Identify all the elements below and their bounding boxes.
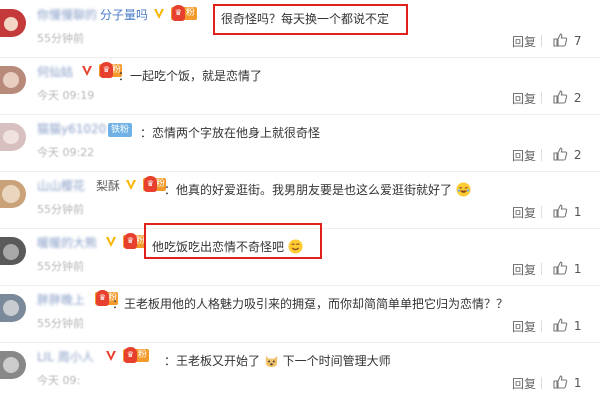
comment-time: 55分钟前	[37, 260, 84, 273]
divider	[541, 377, 542, 389]
commenter-name[interactable]: 猫猫y61020	[37, 120, 106, 137]
like-button[interactable]: 7	[552, 32, 581, 48]
avatar[interactable]	[0, 180, 26, 208]
commenter-name[interactable]: 胖胖晚上	[37, 291, 85, 308]
reply-button[interactable]: 回复	[512, 147, 536, 164]
like-count: 1	[573, 319, 582, 333]
like-count: 1	[573, 376, 582, 390]
commenter-name-visible[interactable]: 分子量吗	[100, 6, 148, 23]
comment-text: ：他真的好爱逛街。我男朋友要是也这么爱逛街就好了	[164, 181, 471, 198]
divider	[541, 92, 542, 104]
avatar[interactable]	[0, 237, 26, 265]
commenter-name[interactable]: LIL 周小人	[37, 348, 94, 365]
comment-time: 55分钟前	[37, 317, 84, 330]
comment-time: 今天 09:19	[37, 89, 95, 102]
comment-row: LIL 周小人 ♛ 粉 ：王老板又开始了 下一个时间管理大师 今天 09: 回复 …	[0, 342, 600, 399]
divider	[541, 206, 542, 218]
reply-button[interactable]: 回复	[512, 375, 536, 392]
reply-button[interactable]: 回复	[512, 318, 536, 335]
avatar[interactable]	[0, 294, 26, 322]
laugh-emoji-icon	[456, 182, 471, 197]
divider	[541, 35, 542, 47]
reply-button[interactable]: 回复	[512, 261, 536, 278]
verified-v-icon	[154, 8, 164, 19]
comment-time: 今天 09:	[37, 374, 81, 387]
comment-text: 他吃饭吃出恋情不奇怪吧	[152, 238, 303, 255]
thumbs-up-icon	[553, 147, 568, 161]
comment-text: ：王老板又开始了 下一个时间管理大师	[164, 354, 391, 368]
comment-row: 何仙姑 ♛ 粉 ：一起吃个饭，就是恋情了 今天 09:19 回复 2	[0, 57, 600, 115]
verified-v-icon	[82, 65, 92, 76]
comment-text: 很奇怪吗？每天换一个都说不定	[221, 12, 390, 26]
comment-text: ：王老板用他的人格魅力吸引来的拥趸，而你却简简单单把它归为恋情？？	[112, 297, 509, 311]
comment-text: ：一起吃个饭，就是恋情了	[118, 69, 263, 83]
divider	[541, 320, 542, 332]
like-button[interactable]: 1	[552, 260, 581, 276]
like-count: 2	[573, 91, 582, 105]
avatar[interactable]	[0, 66, 26, 94]
comment-time: 今天 09:22	[37, 146, 95, 159]
like-button[interactable]: 1	[552, 203, 581, 219]
avatar[interactable]	[0, 123, 26, 151]
divider	[541, 263, 542, 275]
reply-button[interactable]: 回复	[512, 90, 536, 107]
comment-text: ：恋情两个字放在他身上就很奇怪	[140, 126, 321, 140]
fan-badge: ♛ 粉	[142, 176, 166, 192]
reply-button[interactable]: 回复	[512, 204, 536, 221]
reply-button[interactable]: 回复	[512, 33, 536, 50]
thumbs-up-icon	[553, 261, 568, 275]
comment-row: 猫猫y61020 铁粉 ：恋情两个字放在他身上就很奇怪 今天 09:22 回复 …	[0, 114, 600, 172]
smile-emoji-icon	[288, 239, 303, 254]
commenter-name[interactable]: 你慢慢聊的	[37, 6, 97, 23]
comment-time: 55分钟前	[37, 32, 84, 45]
comment-row: 山山樱花 梨酥 ♛ 粉 ：他真的好爱逛街。我男朋友要是也这么爱逛街就好了 55分钟…	[0, 171, 600, 229]
thumbs-up-icon	[553, 318, 568, 332]
avatar[interactable]	[0, 351, 26, 379]
like-button[interactable]: 2	[552, 89, 581, 105]
avatar[interactable]	[0, 9, 26, 37]
dog-emoji-icon	[265, 355, 277, 368]
verified-v-icon	[106, 236, 116, 247]
thumbs-up-icon	[553, 204, 568, 218]
like-count: 1	[573, 205, 582, 219]
commenter-name[interactable]: 山山樱花	[37, 177, 85, 194]
commenter-name[interactable]: 暖暖的大熊	[37, 234, 97, 251]
fan-badge: ♛ 粉	[122, 233, 146, 249]
verified-v-icon	[106, 350, 116, 361]
commenter-name-visible[interactable]: 梨酥	[96, 177, 120, 194]
comment-row: 胖胖晚上 ♛ 粉 ：王老板用他的人格魅力吸引来的拥趸，而你却简简单单把它归为恋情？…	[0, 285, 600, 343]
verified-v-icon	[126, 179, 136, 190]
commenter-name[interactable]: 何仙姑	[37, 63, 73, 80]
comment-time: 55分钟前	[37, 203, 84, 216]
iron-fan-badge: 铁粉	[108, 122, 133, 137]
like-button[interactable]: 1	[552, 317, 581, 333]
like-button[interactable]: 2	[552, 146, 581, 162]
thumbs-up-icon	[553, 375, 568, 389]
comment-row: 暖暖的大熊 ♛ 粉 他吃饭吃出恋情不奇怪吧 55分钟前 回复 1	[0, 228, 600, 286]
thumbs-up-icon	[553, 33, 568, 47]
fan-badge: ♛ 粉	[170, 5, 197, 21]
divider	[541, 149, 542, 161]
fan-badge: ♛ 粉	[122, 347, 149, 363]
like-button[interactable]: 1	[552, 374, 581, 390]
thumbs-up-icon	[553, 90, 568, 104]
comment-row: 你慢慢聊的 分子量吗 ♛ 粉 很奇怪吗？每天换一个都说不定 55分钟前 回复 7	[0, 0, 600, 58]
like-count: 7	[573, 34, 582, 48]
like-count: 2	[573, 148, 582, 162]
like-count: 1	[573, 262, 582, 276]
